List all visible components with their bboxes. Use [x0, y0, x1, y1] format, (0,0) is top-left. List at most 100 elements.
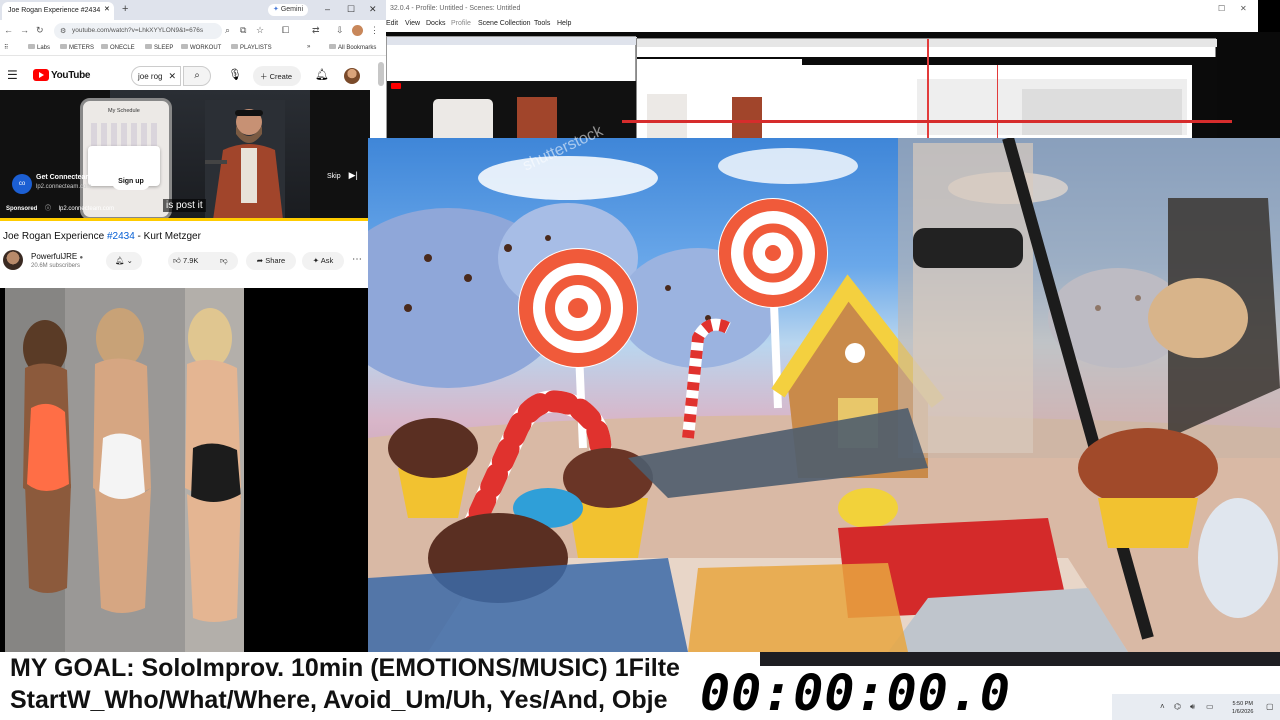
back-icon[interactable]: ← [4, 25, 13, 35]
hamburger-menu-icon[interactable]: ☰ [7, 68, 18, 82]
menu-docks[interactable]: Docks [426, 20, 445, 27]
notification-icon[interactable]: ▢ [1266, 702, 1274, 711]
channel-avatar[interactable] [3, 250, 23, 270]
chevron-up-icon[interactable]: ˄ [1160, 702, 1165, 711]
close-icon[interactable]: ✕ [104, 5, 110, 13]
close-window-icon[interactable]: ✕ [369, 4, 377, 15]
progress-fill [0, 218, 370, 221]
extensions-icon[interactable]: ⧠ [282, 25, 289, 36]
youtube-logo-text[interactable]: YouTube [51, 70, 91, 81]
bookmark-item[interactable]: PLAYLISTS [231, 44, 272, 51]
apps-icon[interactable]: ⠿ [4, 44, 8, 51]
photo-image [5, 288, 244, 652]
subscriber-count: 20.6M subscribers [31, 263, 81, 269]
profile-avatar[interactable] [352, 25, 363, 36]
forward-icon[interactable]: → [20, 25, 29, 35]
channel-name[interactable]: PowerfulJRE ● [31, 252, 83, 261]
skip-ad-button[interactable]: Skip ▶| [327, 170, 358, 181]
video-title: Joe Rogan Experience #2434 - Kurt Metzge… [3, 231, 201, 242]
subtitle-caption: is post it [163, 199, 206, 212]
search-input[interactable]: joe rog ✕ [131, 66, 181, 86]
stopwatch-timer: 00:00:00.0 [700, 666, 1112, 720]
sponsored-label: Sponsored ⓘ lp2.connecteam.com [6, 206, 115, 212]
site-info-icon[interactable]: ⚙ [60, 27, 66, 35]
obs-minimize-icon[interactable]: ☐ [1218, 4, 1225, 13]
obs-preview-recursion [386, 32, 1280, 145]
bookmark-item[interactable]: ONECLE [101, 44, 135, 51]
goal-line-1: MY GOAL: SoloImprov. 10min (EMOTIONS/MUS… [10, 654, 680, 682]
advertiser-url: lp2.connecteam.com [36, 184, 92, 190]
search-button[interactable]: ⌕ [183, 66, 211, 86]
menu-tools[interactable]: Tools [534, 20, 550, 27]
volume-icon[interactable]: 🔊︎ [1190, 702, 1195, 712]
bookmark-item[interactable]: WORKOUT [181, 44, 221, 51]
microphone-icon[interactable]: 🎙 [228, 68, 242, 81]
reload-icon[interactable]: ↻ [36, 25, 44, 36]
bookmark-item[interactable]: METERS [60, 44, 94, 51]
taskbar-clock[interactable]: 5:50 PM 1/6/2026 [1232, 700, 1253, 716]
menu-edit[interactable]: Edit [386, 20, 398, 27]
tab-title: Joe Rogan Experience #2434 [8, 7, 101, 14]
address-bar[interactable]: youtube.com/watch?v=LhkXYYLON9&t=676s [54, 23, 222, 39]
star-icon[interactable]: ☆ [256, 25, 264, 36]
like-button[interactable]: 👍︎ 7.9K 👎︎ [168, 252, 238, 270]
obs-title-bar: 32.0.4 - Profile: Untitled - Scenes: Unt… [386, 0, 1258, 18]
scrollbar[interactable] [378, 62, 384, 86]
menu-view[interactable]: View [405, 20, 420, 27]
clock-date: 1/6/2026 [1232, 709, 1254, 715]
network-icon[interactable]: ⌬ [1174, 702, 1181, 711]
battery-icon[interactable]: ▭ [1206, 702, 1214, 711]
minimize-icon[interactable]: – [325, 4, 330, 14]
bookmark-item[interactable]: SLEEP [145, 44, 173, 51]
more-bookmarks-icon[interactable]: » [307, 44, 310, 50]
phone-screen-title: My Schedule [108, 108, 140, 114]
tab-youtube[interactable]: Joe Rogan Experience #2434 [2, 2, 114, 20]
maximize-icon[interactable]: ☐ [347, 4, 355, 15]
thumbs-down-icon: 👎︎ [220, 256, 228, 265]
notifications-bell-icon[interactable]: 🔔︎ [315, 68, 329, 81]
ad-signup-button[interactable]: Sign up [112, 174, 150, 190]
search-icon: ⌕ [194, 70, 200, 81]
plus-icon: ＋ [260, 72, 268, 81]
search-value: joe rog [138, 72, 163, 81]
zoom-icon[interactable]: ⌕ [225, 25, 230, 36]
ask-button[interactable]: ✦ Ask [302, 252, 344, 270]
candy-land-illustration [368, 138, 1280, 652]
candy-land-scene [368, 138, 1280, 652]
menu-profile[interactable]: Profile [451, 20, 471, 27]
create-button[interactable]: ＋ Create [253, 66, 301, 86]
clear-search-icon[interactable]: ✕ [168, 71, 176, 82]
menu-dots-icon[interactable]: ⋮ [370, 25, 379, 36]
menu-help[interactable]: Help [557, 20, 571, 27]
avatar[interactable] [344, 68, 360, 84]
gemini-button[interactable]: ✦ Gemini [268, 4, 309, 16]
share-icon: ➦ [256, 256, 264, 265]
info-icon: ⓘ [45, 206, 52, 212]
obs-title-text: 32.0.4 - Profile: Untitled - Scenes: Unt… [390, 5, 521, 12]
install-icon[interactable]: ⧉ [240, 25, 246, 36]
clock-time: 5:50 PM [1232, 701, 1253, 707]
hashtag-link[interactable]: #2434 [107, 231, 135, 242]
advertiser-name[interactable]: Get Connecteam [36, 174, 92, 181]
bell-icon: 🔔︎ [115, 256, 125, 265]
sparkle-icon: ✦ [312, 256, 320, 265]
goal-line-2: StartW_Who/What/Where, Avoid_Um/Uh, Yes/… [10, 686, 668, 714]
video-progress-bar[interactable] [0, 218, 370, 221]
menu-scene-collection[interactable]: Scene Collection [478, 20, 531, 27]
new-tab-button[interactable]: + [122, 3, 128, 15]
advertiser-logo[interactable]: co [12, 174, 32, 194]
podcast-guest-figure [205, 100, 285, 220]
subscribe-bell-button[interactable]: 🔔︎ ⌄ [106, 252, 142, 270]
more-options-icon[interactable]: ⋯ [352, 254, 362, 265]
share-button[interactable]: ➦ Share [246, 252, 296, 270]
obs-close-icon[interactable]: ✕ [1240, 4, 1247, 13]
address-text: youtube.com/watch?v=LhkXYYLON9&t=676s [72, 27, 204, 34]
skip-label: Skip [327, 173, 341, 180]
bookmark-item[interactable]: Labs [28, 44, 50, 51]
windows-taskbar [1112, 694, 1280, 720]
phone-mockup [80, 98, 172, 220]
youtube-logo-icon[interactable] [33, 69, 49, 81]
cast-icon[interactable]: ⇄ [312, 25, 320, 36]
bookmark-item[interactable]: All Bookmarks [329, 44, 376, 51]
download-icon[interactable]: ⇩ [336, 25, 344, 36]
